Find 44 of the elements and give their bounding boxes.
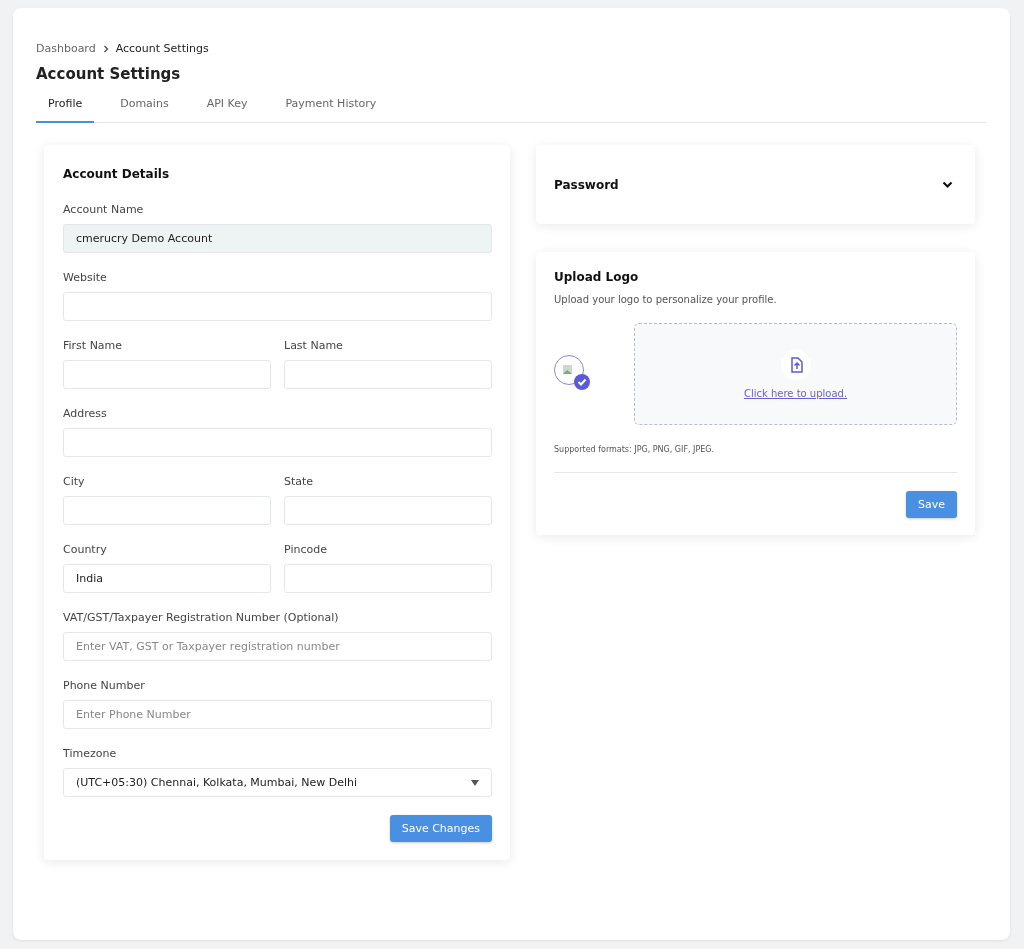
field-label: Pincode xyxy=(284,543,328,556)
chevron-right-icon xyxy=(101,44,110,53)
field-label: State xyxy=(284,475,315,488)
field-label: Last Name xyxy=(284,339,344,352)
breadcrumb-link[interactable]: Account Settings xyxy=(115,42,209,55)
text-field[interactable]: Enter Phone Number xyxy=(63,700,492,729)
field-label: Phone Number xyxy=(63,679,146,692)
text-field[interactable] xyxy=(284,496,492,525)
field-label: First Name xyxy=(63,339,124,352)
field-label: City xyxy=(63,475,86,488)
text-field[interactable] xyxy=(63,292,492,321)
formats-note: Supported formats: JPG, PNG, GIF, JPEG. xyxy=(554,445,716,454)
field-label: Address xyxy=(63,407,108,420)
text-field[interactable]: Enter VAT, GST or Taxpayer registration number xyxy=(63,632,492,661)
page-title: Account Settings xyxy=(36,65,182,83)
field-label: Timezone xyxy=(63,747,118,760)
card-title: Account Details xyxy=(63,167,171,181)
tab[interactable]: API Key xyxy=(194,97,260,123)
tab[interactable]: Payment History xyxy=(273,97,389,123)
text-field[interactable] xyxy=(63,428,492,457)
save-button[interactable]: Save xyxy=(906,491,957,518)
card-title: Upload Logo xyxy=(554,270,640,284)
field-label: Website xyxy=(63,271,108,284)
text-field[interactable] xyxy=(284,564,492,593)
upload-link[interactable]: Click here to upload. xyxy=(743,387,848,399)
description-text: Upload your logo to personalize your profile. xyxy=(554,294,778,305)
field-label: Country xyxy=(63,543,108,556)
text-field[interactable] xyxy=(63,360,271,389)
breadcrumb-link[interactable]: Dashboard xyxy=(36,42,96,55)
file-upload-icon xyxy=(780,349,811,380)
password-card[interactable]: Password xyxy=(536,145,975,224)
timezone-dropdown[interactable]: (UTC+05:30) Chennai, Kolkata, Mumbai, New Delhi xyxy=(63,768,492,797)
tab[interactable]: Domains xyxy=(108,97,181,123)
field-label: VAT/GST/Taxpayer Registration Number (Optional) xyxy=(63,611,340,624)
field-label: Account Name xyxy=(63,203,145,216)
dropdown-caret-icon xyxy=(471,779,479,786)
save-changes-button[interactable]: Save Changes xyxy=(389,815,492,842)
text-field[interactable]: India xyxy=(63,564,271,593)
tab[interactable]: Profile xyxy=(36,97,95,123)
upload-dropzone[interactable]: Click here to upload. xyxy=(634,323,957,425)
text-field[interactable] xyxy=(63,496,271,525)
chevron-down-icon[interactable] xyxy=(942,180,953,189)
card-title: Password xyxy=(554,177,619,192)
text-field[interactable] xyxy=(284,360,492,389)
